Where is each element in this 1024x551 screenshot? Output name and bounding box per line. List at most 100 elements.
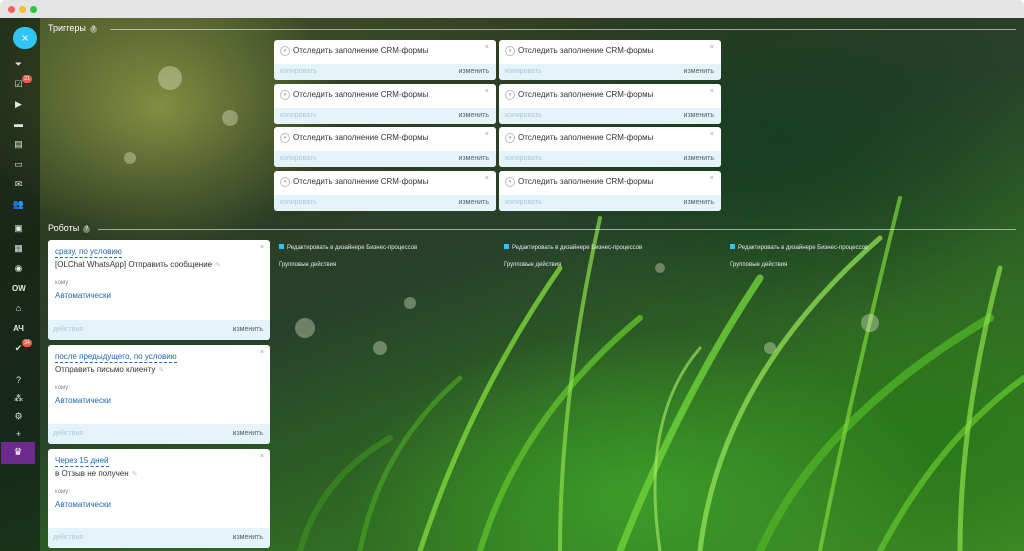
close-icon[interactable]: ×: [485, 44, 489, 51]
robot-footer: действия изменить: [48, 528, 270, 548]
robot-condition-link[interactable]: сразу, по условию: [55, 247, 122, 258]
robot-card[interactable]: после предыдущего, по условию × Отправит…: [48, 345, 270, 444]
designer-link[interactable]: Редактировать в дизайнере Бизнес-процесс…: [279, 244, 417, 251]
plus-icon[interactable]: +: [12, 428, 25, 441]
help-icon[interactable]: ?: [12, 374, 25, 387]
copy-link[interactable]: копировать: [280, 199, 317, 206]
copy-link[interactable]: копировать: [280, 155, 317, 162]
robot-to-value[interactable]: Автоматически: [55, 396, 111, 405]
pencil-icon[interactable]: ✎: [215, 262, 221, 269]
edit-link[interactable]: изменить: [459, 199, 489, 206]
robot-to-value[interactable]: Автоматически: [55, 500, 111, 509]
group-actions-link[interactable]: Групповые действия: [730, 262, 787, 268]
trigger-label: Отследить заполнение CRM-формы: [293, 90, 429, 99]
trigger-footer: копировать изменить: [499, 108, 721, 124]
close-icon[interactable]: ×: [260, 244, 264, 251]
edit-link[interactable]: изменить: [459, 68, 489, 75]
edit-link[interactable]: изменить: [233, 430, 263, 437]
edit-link[interactable]: изменить: [684, 112, 714, 119]
group-actions-link[interactable]: Групповые действия: [279, 262, 336, 268]
trigger-card[interactable]: ● Отследить заполнение CRM-формы × копир…: [499, 40, 721, 80]
trigger-card[interactable]: ● Отследить заполнение CRM-формы × копир…: [274, 127, 496, 167]
triggers-divider: [110, 29, 1016, 30]
crown-icon[interactable]: ♛: [1, 442, 35, 464]
trigger-card[interactable]: ● Отследить заполнение CRM-формы × копир…: [274, 84, 496, 124]
drive-icon[interactable]: ▭: [12, 158, 25, 171]
maximize-window-dot[interactable]: [30, 6, 37, 13]
close-icon[interactable]: ×: [485, 88, 489, 95]
copy-link[interactable]: копировать: [505, 112, 542, 119]
pencil-icon[interactable]: ✎: [132, 471, 138, 478]
settings-icon[interactable]: ⚙: [12, 410, 25, 423]
close-icon[interactable]: ×: [710, 88, 714, 95]
edit-link[interactable]: изменить: [233, 534, 263, 541]
close-icon[interactable]: ×: [710, 44, 714, 51]
copy-link[interactable]: копировать: [505, 68, 542, 75]
mail-icon[interactable]: ✉: [12, 178, 25, 191]
trigger-footer: копировать изменить: [499, 195, 721, 211]
copy-link[interactable]: копировать: [280, 112, 317, 119]
form-icon: ●: [505, 46, 515, 56]
minimize-window-dot[interactable]: [19, 6, 26, 13]
actions-link[interactable]: действия: [53, 326, 83, 333]
robot-condition-link[interactable]: Через 15 дней: [55, 456, 109, 467]
actions-link[interactable]: действия: [53, 430, 83, 437]
close-icon[interactable]: ×: [485, 175, 489, 182]
help-icon[interactable]: ?: [89, 26, 97, 33]
edit-link[interactable]: изменить: [684, 199, 714, 206]
edit-link[interactable]: изменить: [684, 155, 714, 162]
trigger-footer: копировать изменить: [499, 151, 721, 167]
trigger-footer: копировать изменить: [274, 64, 496, 80]
close-window-dot[interactable]: [8, 6, 15, 13]
designer-link[interactable]: Редактировать в дизайнере Бизнес-процесс…: [730, 244, 868, 251]
trigger-label: Отследить заполнение CRM-формы: [293, 133, 429, 142]
robot-card[interactable]: Через 15 дней × в Отзыв не получен ✎ кому…: [48, 449, 270, 548]
actions-link[interactable]: действия: [53, 534, 83, 541]
robot-card[interactable]: сразу, по условию × [OLChat WhatsApp] От…: [48, 240, 270, 340]
team-icon[interactable]: 👥: [12, 198, 25, 211]
home-icon[interactable]: ⌂: [12, 302, 25, 315]
target-icon[interactable]: ◉: [12, 262, 25, 275]
edit-link[interactable]: изменить: [459, 155, 489, 162]
edit-link[interactable]: изменить: [459, 112, 489, 119]
automation-page: × ⏷ ☑ 21 ▶ ▬ ▤ ▭ ✉ 👥 ▣ ▦ ◉ OW ⌂ АЧ ✔ 34 …: [0, 18, 1024, 551]
help-icon[interactable]: ?: [83, 226, 91, 233]
form-icon: ●: [505, 90, 515, 100]
close-icon[interactable]: ×: [260, 453, 264, 460]
trigger-label: Отследить заполнение CRM-формы: [293, 177, 429, 186]
chat-icon[interactable]: ▬: [12, 118, 25, 131]
close-icon[interactable]: ×: [710, 175, 714, 182]
copy-link[interactable]: копировать: [505, 199, 542, 206]
robot-footer: действия изменить: [48, 320, 270, 340]
close-icon[interactable]: ×: [260, 349, 264, 356]
filter-icon[interactable]: ⏷: [12, 58, 25, 71]
trigger-card[interactable]: ● Отследить заполнение CRM-формы × копир…: [499, 84, 721, 124]
group-actions-link[interactable]: Групповые действия: [504, 262, 561, 268]
trigger-card[interactable]: ● Отследить заполнение CRM-формы × копир…: [499, 127, 721, 167]
edit-link[interactable]: изменить: [233, 326, 263, 333]
trigger-card[interactable]: ● Отследить заполнение CRM-формы × копир…: [274, 171, 496, 211]
trigger-card[interactable]: ● Отследить заполнение CRM-формы × копир…: [499, 171, 721, 211]
ow-icon[interactable]: OW: [12, 282, 26, 295]
card-icon[interactable]: ▣: [12, 222, 25, 235]
robot-to-value[interactable]: Автоматически: [55, 291, 111, 300]
robot-footer: действия изменить: [48, 424, 270, 444]
trigger-card[interactable]: ● Отследить заполнение CRM-формы × копир…: [274, 40, 496, 80]
trigger-label: Отследить заполнение CRM-формы: [518, 177, 654, 186]
edit-link[interactable]: изменить: [684, 68, 714, 75]
calendar-icon[interactable]: ▤: [12, 138, 25, 151]
store-icon[interactable]: ▦: [12, 242, 25, 255]
designer-link-text: Редактировать в дизайнере Бизнес-процесс…: [738, 245, 869, 251]
feed-icon[interactable]: ▶: [12, 98, 25, 111]
robot-condition-link[interactable]: после предыдущего, по условию: [55, 352, 177, 363]
copy-link[interactable]: копировать: [280, 68, 317, 75]
form-icon: ●: [280, 177, 290, 187]
pencil-icon[interactable]: ✎: [158, 367, 164, 374]
ach-icon[interactable]: АЧ: [12, 322, 25, 335]
sitemap-icon[interactable]: ⁂: [12, 392, 25, 405]
designer-link[interactable]: Редактировать в дизайнере Бизнес-процесс…: [504, 244, 642, 251]
copy-link[interactable]: копировать: [505, 155, 542, 162]
close-icon[interactable]: ×: [485, 131, 489, 138]
close-icon[interactable]: ×: [710, 131, 714, 138]
close-icon[interactable]: ×: [13, 27, 37, 49]
